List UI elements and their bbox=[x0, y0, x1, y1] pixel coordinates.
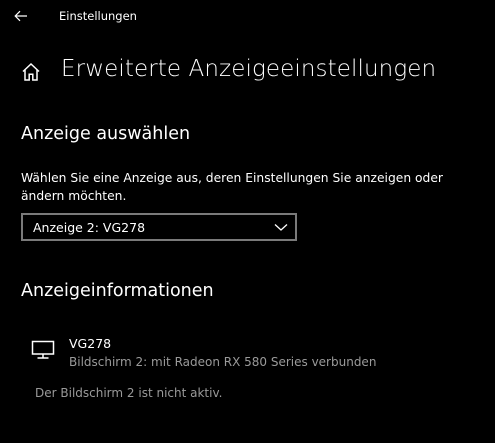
select-display-description: Wählen Sie eine Anzeige aus, deren Einst… bbox=[21, 171, 443, 203]
home-icon[interactable] bbox=[20, 61, 42, 83]
monitor-name: VG278 bbox=[69, 336, 112, 351]
app-title: Einstellungen bbox=[59, 9, 137, 23]
display-select-dropdown[interactable]: Anzeige 2: VG278 bbox=[21, 213, 297, 241]
monitor-icon bbox=[31, 340, 55, 359]
back-button[interactable] bbox=[8, 4, 34, 28]
monitor-connection-detail: Bildschirm 2: mit Radeon RX 580 Series v… bbox=[69, 355, 377, 369]
chevron-down-icon bbox=[274, 224, 288, 231]
dropdown-selected-value: Anzeige 2: VG278 bbox=[33, 220, 146, 235]
display-info-heading: Anzeigeinformationen bbox=[21, 281, 214, 301]
page-title: Erweiterte Anzeigeeinstellungen bbox=[61, 56, 437, 82]
back-arrow-icon bbox=[14, 10, 27, 22]
select-display-heading: Anzeige auswählen bbox=[21, 124, 191, 144]
display-inactive-note: Der Bildschirm 2 ist nicht aktiv. bbox=[35, 386, 223, 400]
title-bar: Einstellungen bbox=[0, 0, 495, 32]
